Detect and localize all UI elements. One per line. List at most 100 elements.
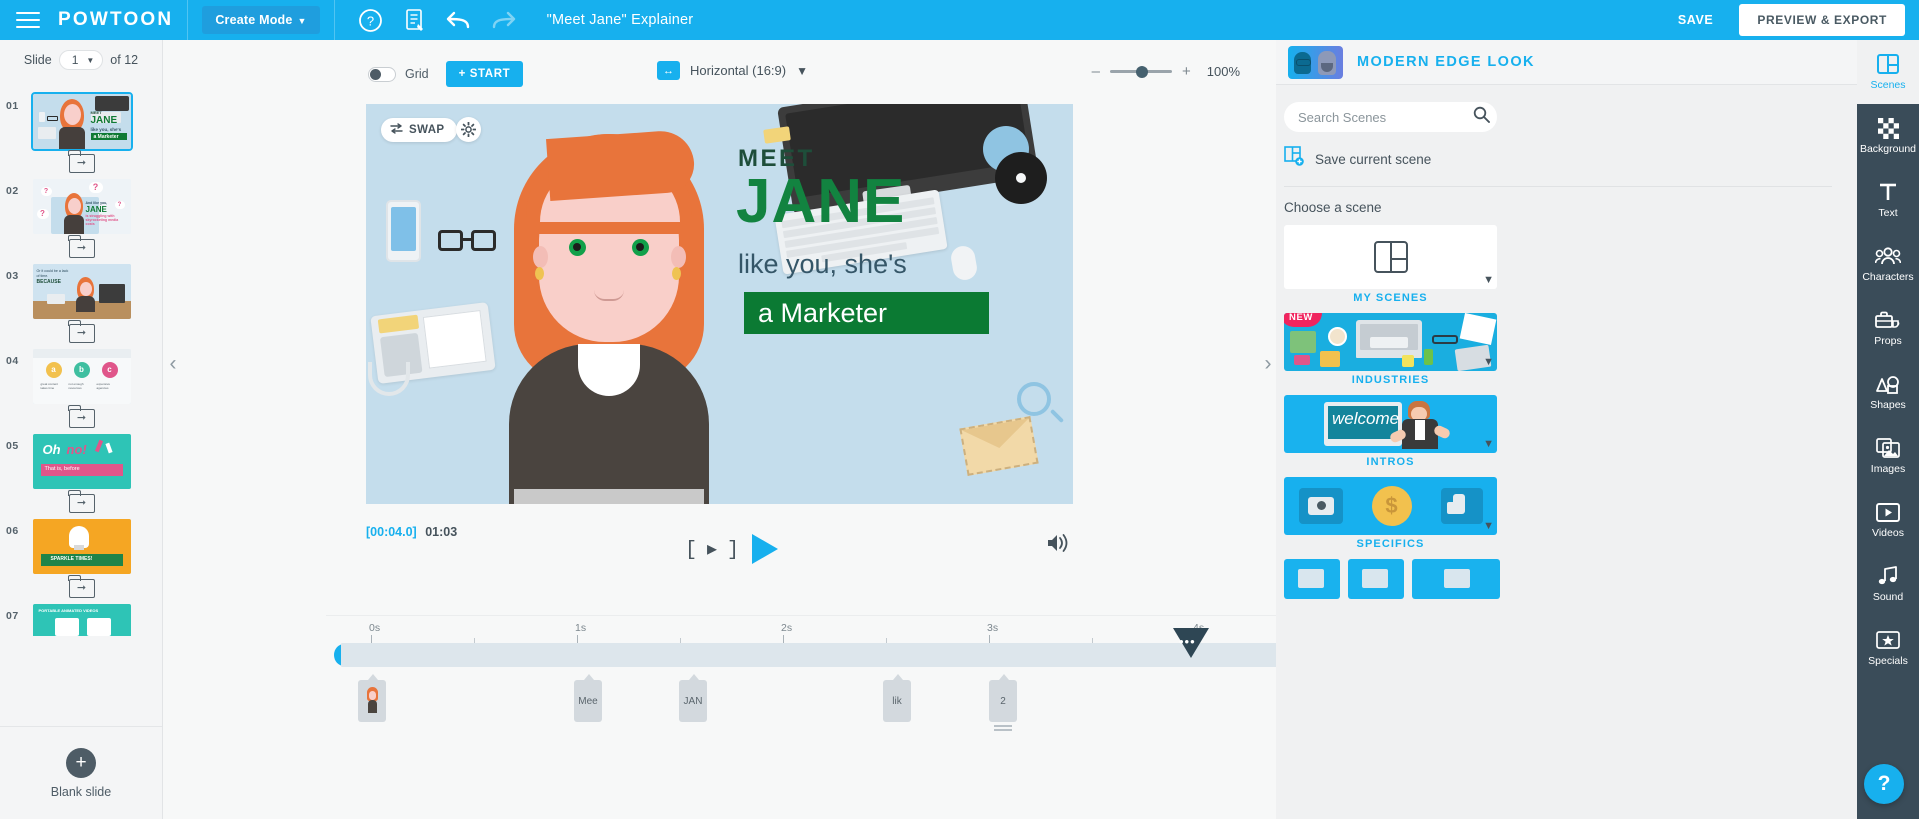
look-selector-row[interactable]: MODERN EDGE LOOK ▼ [1276, 40, 1919, 85]
timeline-object-group[interactable]: 2 [989, 674, 1017, 731]
slide-number-dropdown[interactable]: 1 ▼ [58, 50, 104, 70]
search-icon[interactable] [1473, 106, 1490, 128]
duplicate-slide-icon[interactable]: ➞ [67, 405, 95, 428]
timeline-track[interactable] [341, 643, 1401, 667]
scene-category-specifics[interactable]: $ ▼ SPECIFICS [1284, 477, 1497, 550]
undo-arrow-icon[interactable] [442, 3, 476, 37]
zoom-in-button[interactable]: + [1182, 63, 1191, 80]
scene-subthumbnails-row[interactable] [1284, 559, 1832, 599]
scene-category-my-scenes[interactable]: ▼ MY SCENES [1284, 225, 1497, 304]
timeline-object-item[interactable]: lik [883, 674, 911, 722]
horizontal-arrows-icon[interactable]: ↔ [657, 61, 680, 80]
timeline-ruler[interactable]: 0s 1s 2s 3s 4s 5s [341, 620, 1416, 647]
tool-specials[interactable]: Specials [1857, 616, 1919, 680]
create-mode-button[interactable]: Create Mode ▼ [202, 6, 320, 34]
scene-subthumb[interactable] [1348, 559, 1404, 599]
tool-scenes[interactable]: Scenes [1857, 40, 1919, 104]
slide-item-04[interactable]: 04 a b c great content takes time not eno… [0, 349, 163, 428]
hamburger-icon[interactable] [16, 12, 40, 28]
scene-subthumb[interactable] [1284, 559, 1340, 599]
playhead-marker[interactable] [1173, 628, 1209, 658]
stage-text-jane[interactable]: JANE [736, 166, 905, 237]
tool-shapes[interactable]: Shapes [1857, 360, 1919, 424]
zoom-out-button[interactable]: – [1092, 63, 1100, 80]
slide-item-03[interactable]: 03 Or it could be a lack of time. BECAUSE … [0, 264, 163, 343]
frame-step-button[interactable]: [ ▸ ] [685, 536, 739, 562]
chevron-down-icon[interactable]: ▼ [1483, 520, 1494, 532]
question-circle-icon[interactable]: ? [354, 3, 388, 37]
slide-thumbnail[interactable]: Or it could be a lack of time. BECAUSE [32, 264, 131, 319]
chevron-down-icon[interactable]: ▼ [1483, 274, 1494, 286]
chevron-down-icon[interactable]: ▼ [1483, 438, 1494, 450]
look-title: MODERN EDGE LOOK [1357, 54, 1535, 70]
tool-props[interactable]: Props [1857, 296, 1919, 360]
slide-thumbnail[interactable]: MEET JANE like you, she's a Marketer [30, 92, 133, 151]
character-pair-avatar[interactable] [1288, 45, 1343, 79]
preview-export-button[interactable]: PREVIEW & EXPORT [1739, 4, 1905, 36]
search-input[interactable] [1298, 109, 1473, 125]
duplicate-slide-icon[interactable]: ➞ [67, 575, 95, 598]
scene-subthumb[interactable] [1412, 559, 1500, 599]
scene-thumbnail[interactable]: NEW ▼ [1284, 313, 1497, 371]
scene-category-industries[interactable]: NEW ▼ INDUSTRIES [1284, 313, 1497, 386]
save-button[interactable]: SAVE [1678, 13, 1714, 27]
scene-category-intros[interactable]: welcome ▼ INTROS [1284, 395, 1497, 468]
next-slide-arrow[interactable]: › [1260, 351, 1276, 377]
right-tools-rail: Scenes Background Text Characters Props [1857, 40, 1919, 819]
chevron-down-icon[interactable]: ▼ [796, 64, 808, 78]
slide-thumbnail[interactable]: a b c great content takes time not enough… [32, 349, 131, 404]
tool-characters[interactable]: Characters [1857, 232, 1919, 296]
scene-thumbnail[interactable]: $ ▼ [1284, 477, 1497, 535]
slide-item-06[interactable]: 06 SPARKLE TIMES! ➞ [0, 519, 163, 598]
redo-arrow-icon[interactable] [486, 3, 520, 37]
header-divider [187, 0, 189, 40]
notes-icon[interactable] [398, 3, 432, 37]
save-current-scene-button[interactable]: Save current scene [1284, 146, 1832, 187]
slide-index-label: 04 [6, 355, 19, 367]
swap-button[interactable]: SWAP [381, 118, 458, 142]
tick-label: 2s [781, 622, 793, 634]
search-scenes-box[interactable] [1284, 102, 1497, 132]
slide-thumbnail[interactable]: SPARKLE TIMES! [32, 519, 131, 574]
stage-text-like[interactable]: like you, she's [738, 249, 907, 280]
zoom-slider-handle[interactable] [1135, 65, 1148, 78]
play-triangle-icon[interactable] [752, 534, 779, 564]
zoom-slider[interactable] [1109, 65, 1172, 78]
slide-item-01[interactable]: 01 MEET JANE like you, she's a Marketer [0, 92, 163, 173]
tool-sound[interactable]: Sound [1857, 552, 1919, 616]
tool-background[interactable]: Background [1857, 104, 1919, 168]
start-button[interactable]: + START [445, 61, 524, 87]
duplicate-slide-icon[interactable]: ➞ [67, 320, 95, 343]
timeline-object-item[interactable]: Mee [574, 674, 602, 722]
grid-toggle[interactable] [368, 66, 396, 82]
volume-on-icon[interactable] [1046, 532, 1072, 559]
timeline-object-character[interactable] [358, 674, 386, 722]
add-blank-slide-button[interactable]: + [66, 747, 96, 778]
slide-item-05[interactable]: 05 Oh no! That is, before ➞ [0, 434, 163, 513]
slide-thumbnail[interactable]: Oh no! That is, before [32, 434, 131, 489]
slide-item-02[interactable]: 02 JANE And like you, is struggling with… [0, 179, 163, 258]
slide-thumbnail[interactable]: JANE And like you, is struggling with sky… [32, 179, 131, 234]
document-title[interactable]: "Meet Jane" Explainer [547, 12, 694, 28]
gear-icon[interactable] [456, 117, 481, 142]
scene-thumbnail[interactable]: ▼ [1284, 225, 1497, 289]
specials-star-icon [1876, 629, 1900, 651]
timeline-object-item[interactable]: JAN [679, 674, 707, 722]
tool-images[interactable]: Images [1857, 424, 1919, 488]
canvas-stage[interactable]: MEET JANE like you, she's a Marketer SWA… [366, 104, 1073, 504]
duplicate-slide-icon[interactable]: ➞ [67, 490, 95, 513]
duplicate-slide-icon[interactable]: ➞ [67, 150, 95, 173]
help-floating-button[interactable]: ? [1864, 764, 1904, 804]
previous-slide-arrow[interactable]: ‹ [165, 351, 181, 377]
stage-text-marketer[interactable]: a Marketer [758, 298, 887, 329]
chevron-down-icon[interactable]: ▼ [1483, 356, 1494, 368]
slides-list[interactable]: 01 MEET JANE like you, she's a Marketer [0, 88, 163, 636]
tool-videos[interactable]: Videos [1857, 488, 1919, 552]
aspect-ratio-label[interactable]: Horizontal (16:9) [690, 63, 786, 78]
tool-label: Text [1878, 207, 1898, 219]
tool-text[interactable]: Text [1857, 168, 1919, 232]
slide-thumbnail[interactable]: PORTABLE ANIMATED VIDEOS [32, 604, 131, 636]
duplicate-slide-icon[interactable]: ➞ [67, 235, 95, 258]
scene-thumbnail[interactable]: welcome ▼ [1284, 395, 1497, 453]
slide-item-07[interactable]: 07 PORTABLE ANIMATED VIDEOS ➞ [0, 604, 163, 636]
